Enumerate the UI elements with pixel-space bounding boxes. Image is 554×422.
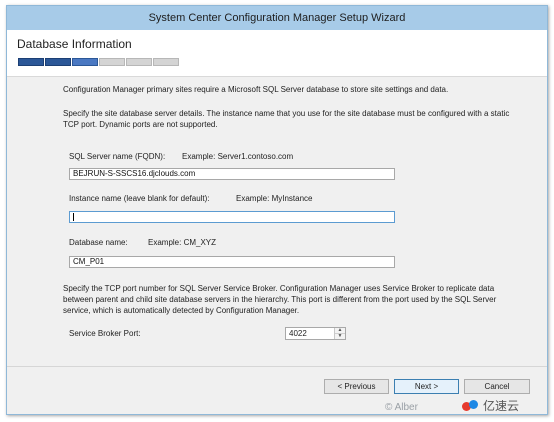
stepper-buttons: ▲ ▼ <box>334 328 345 339</box>
window-title-bar[interactable]: System Center Configuration Manager Setu… <box>7 6 547 30</box>
watermark-brand: 亿速云 <box>483 399 520 413</box>
text-caret <box>73 212 74 221</box>
progress-step <box>126 58 152 66</box>
previous-button[interactable]: < Previous <box>324 379 389 394</box>
service-broker-text: Specify the TCP port number for SQL Serv… <box>63 284 497 315</box>
chevron-down-icon[interactable]: ▼ <box>335 334 345 339</box>
service-broker-port-stepper[interactable]: 4022 ▲ ▼ <box>285 327 346 340</box>
service-broker-port-value: 4022 <box>289 329 307 338</box>
database-name-input[interactable]: CM_P01 <box>69 256 395 268</box>
progress-step <box>153 58 179 66</box>
sql-server-name-input[interactable]: BEJRUN-S-SSCS16.djclouds.com <box>69 168 395 180</box>
sql-server-name-value: BEJRUN-S-SSCS16.djclouds.com <box>73 169 196 178</box>
progress-step <box>72 58 98 66</box>
watermark-text: © Alber <box>385 402 418 413</box>
cancel-button[interactable]: Cancel <box>464 379 530 394</box>
cloud-logo-icon <box>462 399 480 412</box>
database-name-label: Database name: <box>69 238 128 247</box>
footer-divider <box>7 366 547 367</box>
instance-name-label: Instance name (leave blank for default): <box>69 194 210 203</box>
page-title: Database Information <box>17 37 132 51</box>
database-name-value: CM_P01 <box>73 257 105 266</box>
progress-step <box>18 58 44 66</box>
wizard-window: System Center Configuration Manager Setu… <box>6 5 548 415</box>
wizard-progress-bar <box>18 58 179 66</box>
database-name-example: Example: CM_XYZ <box>148 238 217 247</box>
progress-step <box>99 58 125 66</box>
instructions-text: Specify the site database server details… <box>63 109 510 129</box>
next-button[interactable]: Next > <box>394 379 459 394</box>
instance-name-example: Example: MyInstance <box>236 194 313 203</box>
sql-server-label: SQL Server name (FQDN): <box>69 152 166 161</box>
service-broker-port-label: Service Broker Port: <box>69 329 141 338</box>
progress-step <box>45 58 71 66</box>
instance-name-input[interactable] <box>69 211 395 223</box>
intro-text: Configuration Manager primary sites requ… <box>63 85 449 94</box>
wizard-header: Database Information <box>7 30 547 77</box>
sql-server-example: Example: Server1.contoso.com <box>182 152 294 161</box>
window-title: System Center Configuration Manager Setu… <box>148 12 406 24</box>
watermark-logo: 亿速云 <box>462 397 519 414</box>
